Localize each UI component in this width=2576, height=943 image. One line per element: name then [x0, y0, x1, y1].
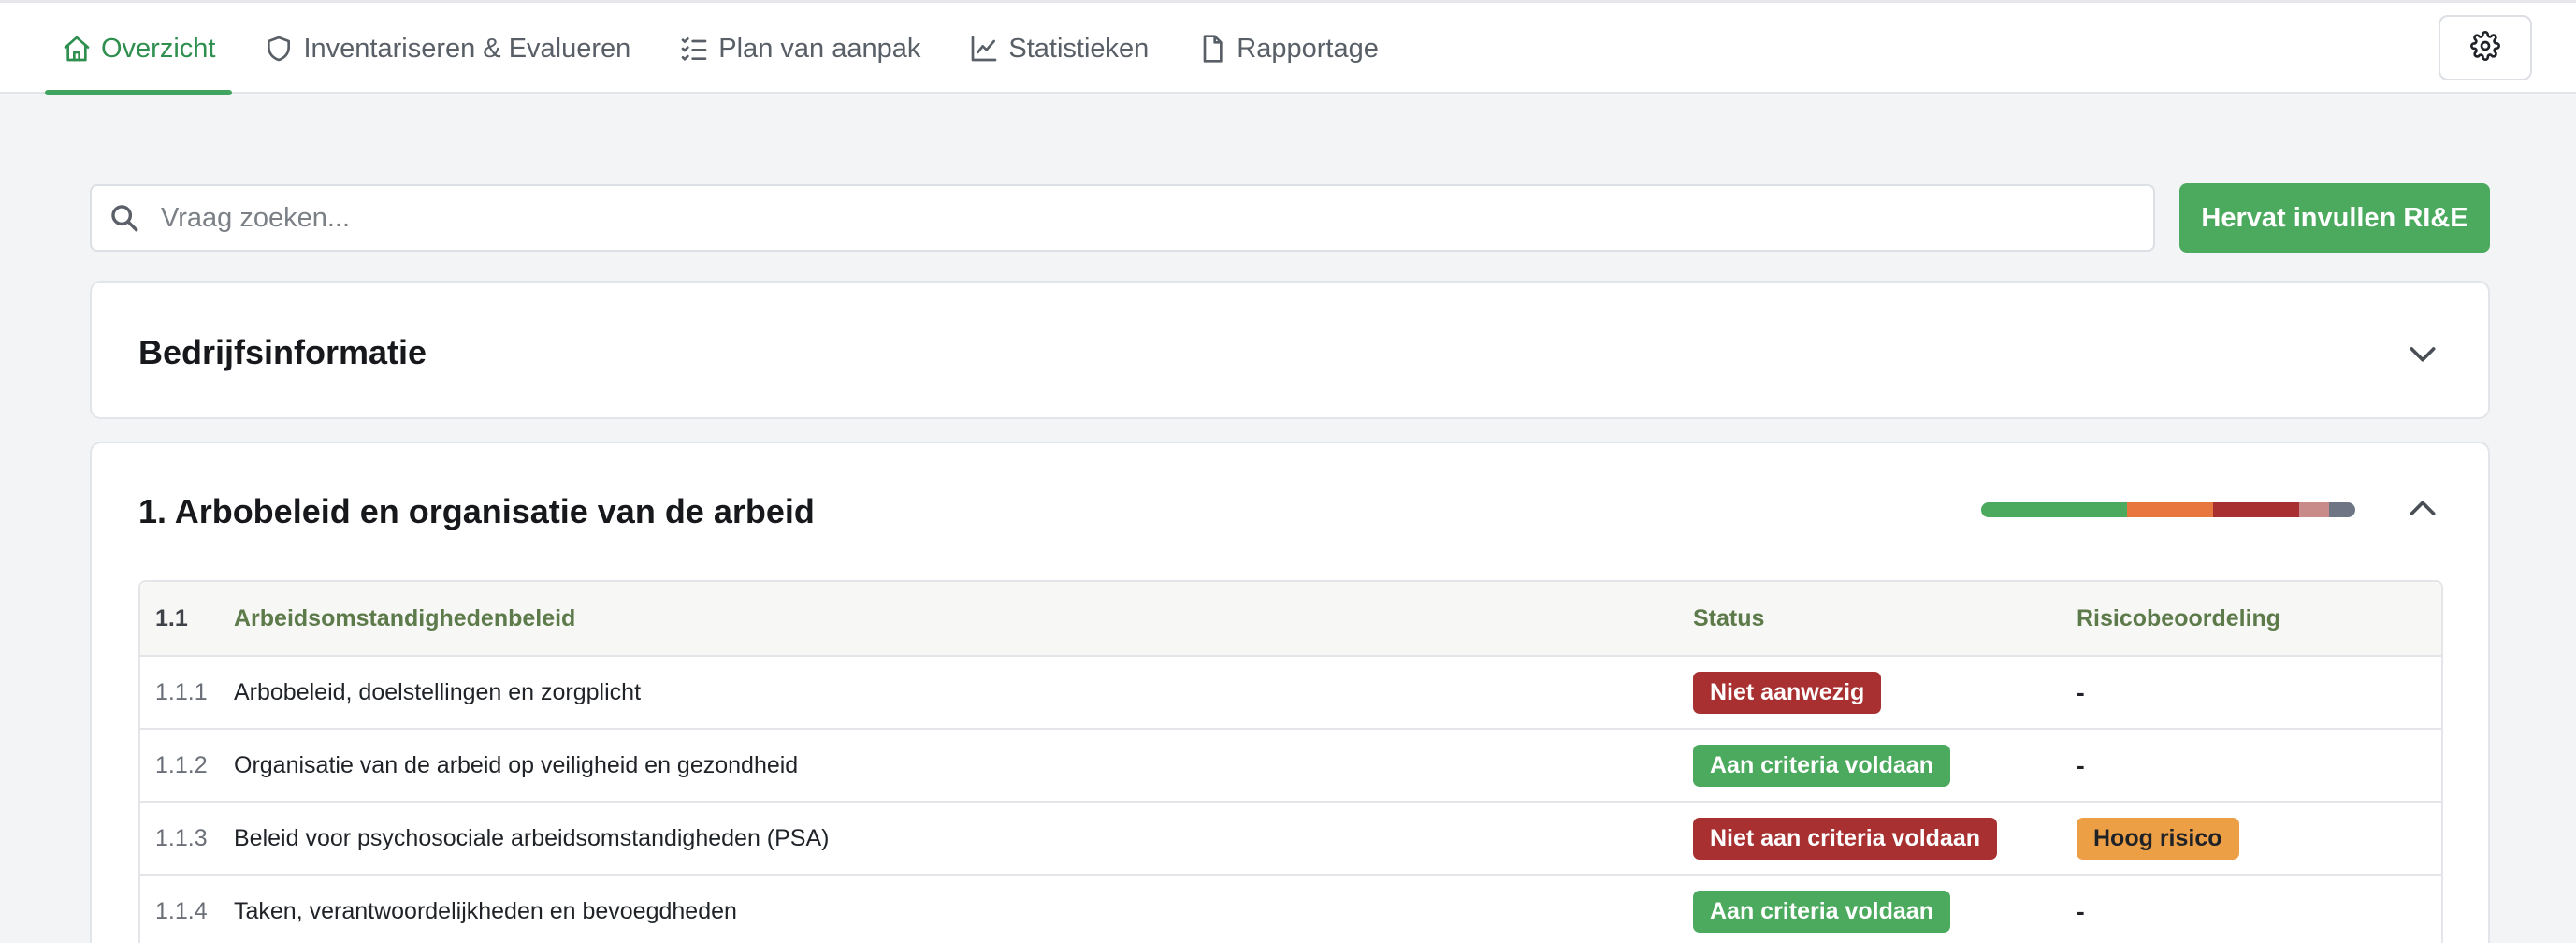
question-number: 1.1.1 — [155, 678, 208, 705]
checklist-icon — [679, 34, 709, 64]
document-icon — [1197, 34, 1227, 64]
table-row[interactable]: 1.1.3 Beleid voor psychosociale arbeidso… — [140, 803, 2441, 876]
chevron-down-icon[interactable] — [2404, 335, 2441, 372]
tab-plan-van-aanpak[interactable]: Plan van aanpak — [662, 3, 937, 94]
tab-rapportage[interactable]: Rapportage — [1180, 3, 1396, 94]
tab-label: Overzicht — [101, 33, 216, 64]
question-name: Beleid voor psychosociale arbeidsomstand… — [234, 824, 830, 851]
table-row[interactable]: 1.1.2 Organisatie van de arbeid op veili… — [140, 730, 2441, 803]
tab-statistieken[interactable]: Statistieken — [952, 3, 1165, 94]
tab-inventariseren-evalueren[interactable]: Inventariseren & Evalueren — [247, 3, 647, 94]
table-row[interactable]: 1.1.4 Taken, verantwoordelijkheden en be… — [140, 876, 2441, 943]
status-cell: Niet aanwezig — [1693, 671, 1882, 714]
header-risk: Risicobeoordeling — [2077, 604, 2281, 631]
search-icon — [109, 202, 140, 234]
chevron-up-icon[interactable] — [2404, 490, 2441, 528]
risk-cell: Hoog risico — [2077, 817, 2239, 860]
status-badge: Niet aan criteria voldaan — [1693, 817, 1998, 860]
risk-value: - — [2077, 896, 2085, 925]
section-title: 1. Arbobeleid en organisatie van de arbe… — [138, 492, 815, 530]
line-chart-icon — [969, 34, 999, 64]
header-status: Status — [1693, 604, 1765, 631]
status-badge: Aan criteria voldaan — [1693, 744, 1950, 787]
tab-overzicht[interactable]: Overzicht — [45, 3, 233, 95]
tab-label: Statistieken — [1008, 33, 1150, 64]
question-number: 1.1.4 — [155, 897, 208, 924]
search-input[interactable] — [161, 186, 2153, 250]
home-icon — [62, 34, 92, 64]
risk-value: - — [2077, 750, 2085, 779]
section-progress-bar — [1981, 502, 2355, 517]
status-badge: Niet aanwezig — [1693, 671, 1882, 714]
company-info-card[interactable]: Bedrijfsinformatie — [90, 281, 2490, 419]
question-name: Organisatie van de arbeid op veiligheid … — [234, 751, 799, 778]
company-info-title: Bedrijfsinformatie — [138, 333, 427, 371]
table-row[interactable]: 1.1.1 Arbobeleid, doelstellingen en zorg… — [140, 657, 2441, 730]
risk-badge: Hoog risico — [2077, 817, 2239, 860]
status-badge: Aan criteria voldaan — [1693, 890, 1950, 933]
section-card: 1. Arbobeleid en organisatie van de arbe… — [90, 442, 2490, 943]
top-navigation: Overzicht Inventariseren & Evalueren Pla… — [0, 0, 2576, 95]
question-search — [90, 184, 2155, 252]
status-cell: Aan criteria voldaan — [1693, 744, 1950, 787]
nav-tabs: Overzicht Inventariseren & Evalueren Pla… — [45, 3, 1411, 95]
settings-button[interactable] — [2439, 15, 2532, 80]
progress-segment — [2329, 502, 2355, 517]
question-name: Taken, verantwoordelijkheden en bevoegdh… — [234, 897, 737, 924]
shield-icon — [264, 34, 294, 64]
progress-segment — [2213, 502, 2299, 517]
progress-segment — [1981, 502, 2127, 517]
questions-table: 1.1 Arbeidsomstandighedenbeleid Status R… — [138, 580, 2443, 943]
progress-segment — [2299, 502, 2329, 517]
resume-rie-button[interactable]: Hervat invullen RI&E — [2179, 183, 2490, 253]
table-header: 1.1 Arbeidsomstandighedenbeleid Status R… — [140, 582, 2441, 657]
progress-segment — [2127, 502, 2213, 517]
status-cell: Aan criteria voldaan — [1693, 890, 1950, 933]
risk-value: - — [2077, 677, 2085, 706]
status-cell: Niet aan criteria voldaan — [1693, 817, 1998, 860]
tab-label: Plan van aanpak — [718, 33, 921, 64]
question-number: 1.1.2 — [155, 751, 208, 778]
question-name: Arbobeleid, doelstellingen en zorgplicht — [234, 678, 642, 705]
header-subject: Arbeidsomstandighedenbeleid — [234, 604, 576, 631]
tab-label: Rapportage — [1237, 33, 1379, 64]
tab-label: Inventariseren & Evalueren — [303, 33, 631, 64]
gear-icon — [2470, 30, 2500, 65]
header-number: 1.1 — [155, 604, 188, 631]
question-number: 1.1.3 — [155, 824, 208, 851]
